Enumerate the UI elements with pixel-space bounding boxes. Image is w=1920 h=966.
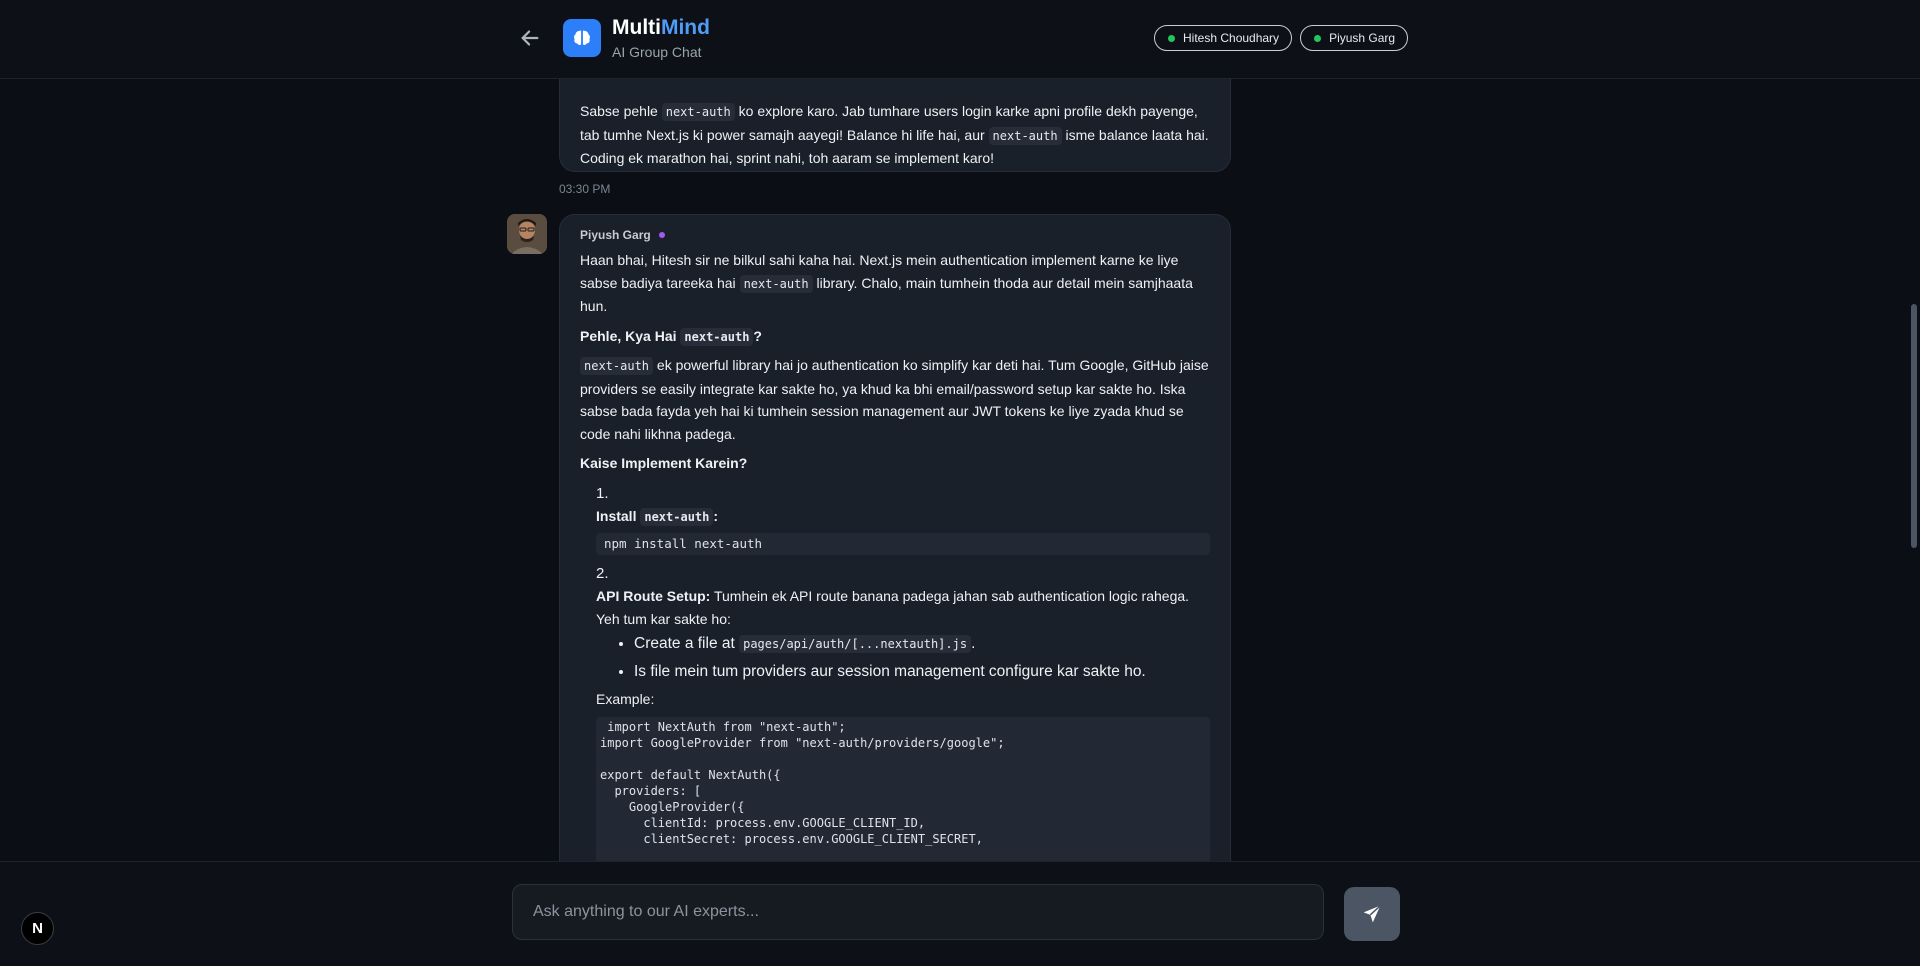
message-input[interactable] [512,884,1324,940]
message-bubble: Sabse pehle next-auth ko explore karo. J… [559,79,1231,172]
avatar [507,214,547,254]
participant-list: Hitesh Choudhary Piyush Garg [1154,25,1409,51]
message-bubble: Piyush Garg Haan bhai, Hitesh sir ne bil… [559,214,1231,861]
sender-name: Piyush Garg [580,228,651,242]
brain-icon [574,30,590,46]
code-block[interactable]: import NextAuth from "next-auth"; import … [596,716,1210,861]
composer-bar: N [0,861,1920,966]
code-line: ​ [600,751,1206,767]
bullet-list: Create a file at pages/api/auth/[...next… [634,630,1210,686]
scrollbar-thumb[interactable] [1911,304,1917,548]
example-label: Example: [596,691,655,707]
online-status-icon [1168,35,1175,42]
list-number: 2. [596,564,609,582]
clipped-content [580,79,1210,100]
nextjs-badge-letter: N [32,920,43,937]
participant-pill-hitesh[interactable]: Hitesh Choudhary [1154,25,1293,51]
participant-name: Hitesh Choudhary [1183,31,1280,45]
list-number: 1. [596,484,609,502]
section-heading: Kaise Implement Karein? [580,455,748,471]
sender-row: Piyush Garg [580,227,1210,243]
list-item: Create a file at pages/api/auth/[...next… [634,630,1210,658]
list-item: Is file mein tum providers aur session m… [634,658,1210,686]
participant-pill-piyush[interactable]: Piyush Garg [1300,25,1409,51]
code-line: import GoogleProvider from "next-auth/pr… [600,735,1005,750]
app-logo [563,19,601,57]
message-paragraph: next-auth ek powerful library hai jo aut… [580,357,1209,442]
avatar-image [507,214,547,254]
code-line: import NextAuth from "next-auth"; [600,719,846,734]
send-button[interactable] [1344,887,1400,941]
code-line: export default NextAuth({ [600,767,781,782]
code-line: providers: [ [600,783,702,798]
message-paragraph: Sabse pehle next-auth ko explore karo. J… [580,103,1209,166]
app-title: MultiMind [612,16,710,39]
message-paragraph: Haan bhai, Hitesh sir ne bilkul sahi kah… [580,252,1193,314]
arrow-left-icon [521,30,539,46]
participant-name: Piyush Garg [1329,31,1396,45]
message-timestamp: 03:30 PM [559,182,611,196]
send-icon [1363,905,1381,923]
code-snippet[interactable]: npm install next-auth [596,532,1210,555]
code-line: clientId: process.env.GOOGLE_CLIENT_ID, [600,815,926,830]
step-title: Install next-auth: [596,508,719,526]
chat-header: MultiMind AI Group Chat Hitesh Choudhary… [0,0,1920,79]
nextjs-icon[interactable]: N [21,912,54,945]
app-subtitle: AI Group Chat [612,44,702,60]
code-line: clientSecret: process.env.GOOGLE_CLIENT_… [600,831,983,846]
section-heading: Pehle, Kya Hai next-auth? [580,327,762,346]
message-list[interactable]: Sabse pehle next-auth ko explore karo. J… [0,79,1908,861]
sender-status-icon [658,232,665,238]
online-status-icon [1314,35,1322,42]
back-button[interactable] [514,22,546,54]
code-line: GoogleProvider({ [600,799,745,814]
step-text: API Route Setup: Tumhein ek API route ba… [596,588,1190,627]
